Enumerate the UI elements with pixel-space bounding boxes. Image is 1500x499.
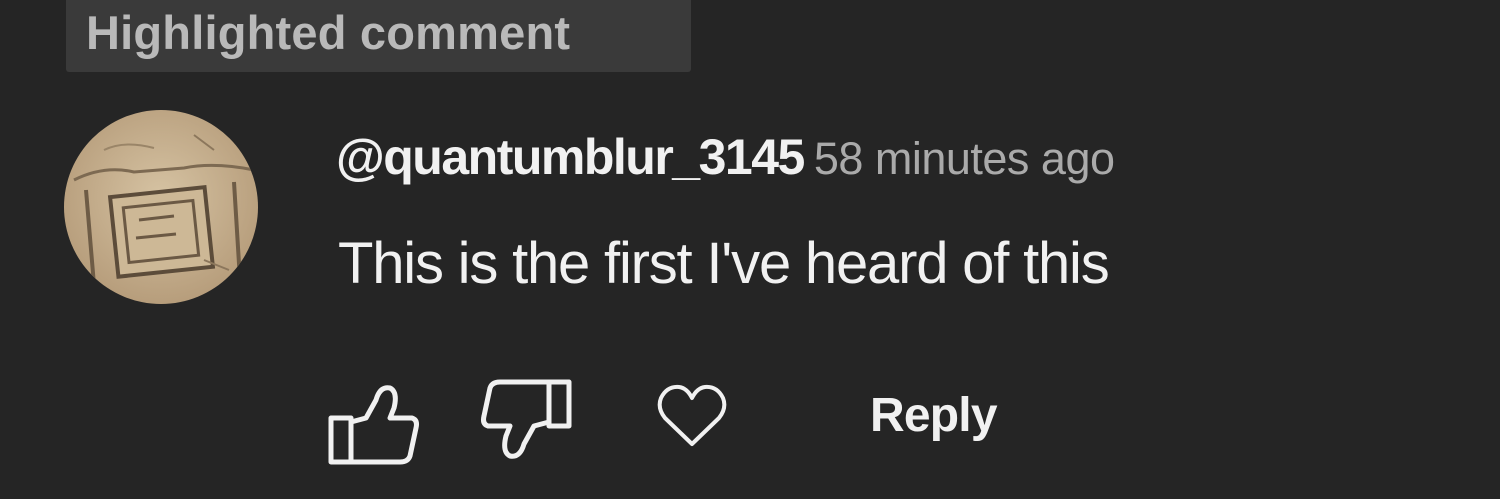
dislike-button[interactable] [478,376,574,468]
heart-icon [657,384,727,446]
highlighted-comment-badge: Highlighted comment [66,0,691,72]
heart-button[interactable] [655,380,729,452]
highlighted-comment-label: Highlighted comment [86,6,571,59]
like-button[interactable] [326,378,422,468]
author-handle[interactable]: @quantumblur_3145 [336,129,805,185]
avatar-image [64,110,258,304]
comment-header: @quantumblur_3145 58 minutes ago [336,128,1115,188]
thumbs-up-icon [328,385,419,465]
comment-page: Highlighted comment @quantumblur_3145 58 … [0,0,1500,499]
reply-button[interactable]: Reply [870,388,998,443]
avatar[interactable] [64,110,258,304]
comment-text: This is the first I've heard of this [338,231,1110,296]
comment-timestamp[interactable]: 58 minutes ago [814,133,1115,184]
thumbs-down-icon [481,379,572,459]
